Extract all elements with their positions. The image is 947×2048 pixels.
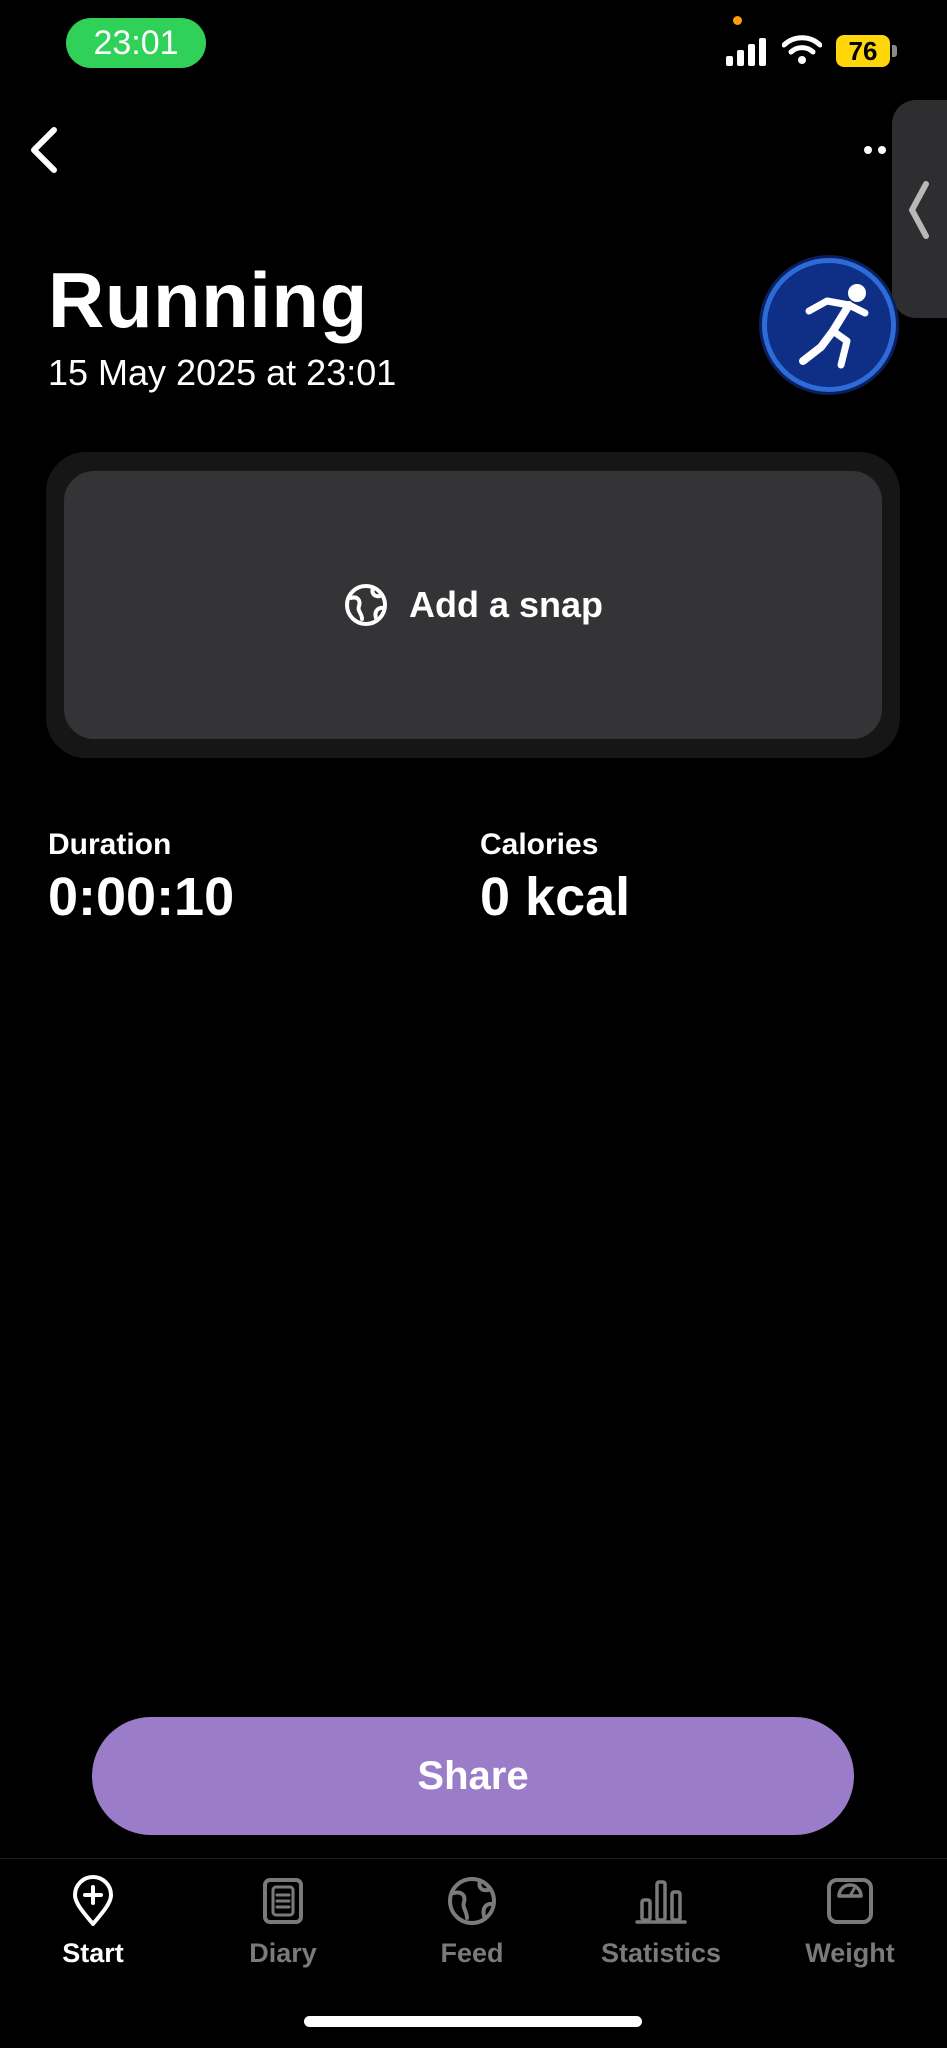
globe-icon [448,1877,496,1925]
wifi-icon [782,35,822,64]
scale-icon [827,1878,873,1924]
status-time: 23:01 [66,18,206,68]
chevron-left-icon [909,181,929,239]
duration-label: Duration [48,828,172,861]
runner-icon [799,284,869,369]
bar-chart-icon [635,1880,687,1924]
tab-statistics[interactable]: Statistics [586,1874,736,1984]
calories-label: Calories [480,828,599,861]
battery-cap [892,45,897,57]
tab-feed[interactable]: Feed [397,1874,547,1984]
calories-value: 0 kcal [480,867,631,927]
add-snap-button[interactable]: Add a snap [64,471,882,739]
battery-level: 76 [836,35,890,67]
diary-icon [263,1878,303,1924]
tab-diary[interactable]: Diary [208,1874,358,1984]
activity-datetime: 15 May 2025 at 23:01 [48,352,397,393]
tab-weight[interactable]: Weight [775,1874,925,1984]
tab-diary-label: Diary [249,1938,317,1968]
running-activity-avatar [762,258,896,392]
snap-card: Add a snap [46,452,900,758]
tab-start[interactable]: Start [18,1874,168,1984]
more-options-icon[interactable] [858,138,894,162]
side-panel-handle[interactable] [892,100,947,318]
globe-icon [344,584,387,626]
privacy-indicator-dot [733,16,742,25]
activity-title: Running [48,256,368,344]
battery-icon: 76 [836,35,898,67]
tab-statistics-label: Statistics [600,1938,722,1968]
home-indicator[interactable] [304,2016,642,2027]
add-snap-label: Add a snap [408,584,604,625]
share-button[interactable]: Share [92,1717,854,1835]
cellular-signal-icon [726,38,766,66]
tab-weight-label: Weight [805,1938,895,1968]
duration-value: 0:00:10 [48,867,235,927]
tab-start-label: Start [62,1938,124,1968]
back-chevron-icon[interactable] [22,122,68,178]
tab-feed-label: Feed [440,1938,504,1968]
pin-plus-icon [73,1875,113,1926]
